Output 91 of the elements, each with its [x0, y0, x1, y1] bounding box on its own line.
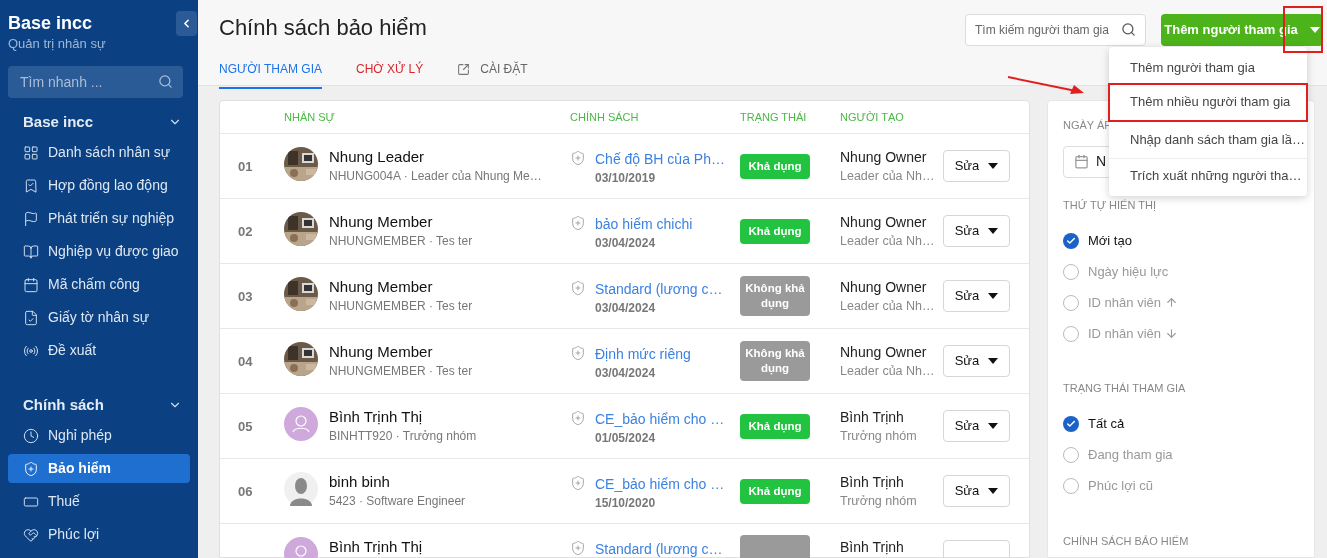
creator-role: Trưởng nhóm — [840, 493, 918, 510]
row-number: 05 — [238, 419, 253, 434]
tab[interactable]: NGƯỜI THAM GIA — [219, 55, 322, 89]
nav-item[interactable]: Danh sách nhân sự — [8, 138, 190, 167]
status-badge: Khả dụng — [740, 479, 810, 504]
group-title[interactable]: Chính sách — [23, 393, 104, 417]
menu-item[interactable]: Nhập danh sách tham gia lầ… — [1109, 121, 1307, 159]
creator-name: Bình Trịnh — [840, 408, 905, 427]
creator-name: Nhung Owner — [840, 343, 928, 362]
row-number: 01 — [238, 159, 253, 174]
policy-date: 03/10/2019 — [595, 170, 657, 187]
nav-item[interactable]: Phát triển sự nghiệp — [8, 204, 190, 233]
employee-name: Nhung Member — [329, 212, 434, 232]
creator-name: Nhung Owner — [840, 148, 928, 167]
column-header: NGƯỜI TẠO — [840, 109, 904, 125]
radio-option[interactable]: Mới tạo — [1063, 225, 1299, 256]
menu-item[interactable]: Thêm nhiều người tham gia — [1109, 84, 1307, 121]
status-badge: Khả dụng — [740, 219, 810, 244]
app-title: Base incc — [8, 12, 93, 34]
nav-item[interactable]: Bảo hiểm — [8, 454, 190, 483]
column-header: TRẠNG THÁI — [740, 109, 808, 125]
edit-button[interactable]: Sửa — [943, 150, 1010, 182]
creator-name: Bình Trịnh — [840, 538, 905, 557]
row-number: 06 — [238, 484, 253, 499]
policy-date: 03/04/2024 — [595, 300, 657, 317]
nav-item[interactable]: Nghỉ phép — [8, 421, 190, 450]
nav-item[interactable]: Giấy tờ nhân sự — [8, 303, 190, 332]
edit-button[interactable]: Sửa — [943, 215, 1010, 247]
employee-name: Nhung Member — [329, 277, 434, 297]
group-title[interactable]: Base incc — [23, 110, 94, 134]
edit-button[interactable]: Sửa — [943, 475, 1010, 507]
creator-name: Nhung Owner — [840, 278, 928, 297]
employee-info: BINHTT920 · Trưởng nhóm — [329, 428, 477, 445]
creator-name: Bình Trịnh — [840, 473, 905, 492]
search-field[interactable]: Tìm kiếm người tham gia — [965, 14, 1146, 46]
page-title: Chính sách bảo hiểm — [219, 14, 427, 42]
nav-item[interactable]: Phúc lợi — [8, 520, 190, 549]
nav-item[interactable]: Hợp đồng lao động — [8, 171, 190, 200]
app-subtitle: Quản trị nhân sự — [8, 35, 107, 53]
nav-item[interactable]: Mã chấm công — [8, 270, 190, 299]
creator-name: Nhung Owner — [840, 213, 928, 232]
employee-name: Nhung Member — [329, 342, 434, 362]
row-number: 04 — [238, 354, 253, 369]
employee-info: NHUNGMEMBER · Tes ter — [329, 298, 473, 315]
policy-link[interactable]: CE_bảo hiểm cho … — [595, 474, 725, 494]
employee-name: Bình Trịnh Thị — [329, 407, 424, 427]
search-field[interactable]: Tìm nhanh ... — [8, 66, 183, 98]
policy-date: 01/05/2024 — [595, 430, 657, 447]
nav-item[interactable]: Đề xuất — [8, 336, 190, 365]
status-badge: Không khả dụng — [740, 341, 810, 381]
creator-role: Leader của Nh… — [840, 363, 936, 380]
edit-button[interactable]: Sửa — [943, 410, 1010, 442]
creator-role: Leader của Nh… — [840, 168, 936, 185]
menu-item[interactable]: Thêm người tham gia — [1109, 51, 1307, 84]
nav-item[interactable]: Thuế — [8, 487, 190, 516]
status-badge: Khả dụng — [740, 154, 810, 179]
menu-item[interactable]: Trích xuất những người tha… — [1109, 159, 1307, 192]
policy-link[interactable]: bảo hiểm chichi — [595, 214, 693, 234]
column-header: CHÍNH SÁCH — [570, 109, 640, 125]
policy-link[interactable]: Chế độ BH của Ph… — [595, 149, 725, 169]
status-badge: Khả dụng — [740, 414, 810, 439]
employee-info: NHUNG004A · Leader của Nhung Me… — [329, 168, 542, 185]
policy-link[interactable]: CE_bảo hiểm cho … — [595, 409, 725, 429]
status-badge: Không khả dụng — [740, 276, 810, 316]
filter-label: CHÍNH SÁCH BẢO HIỂM — [1063, 533, 1190, 549]
creator-role: Trưởng nhóm — [840, 428, 918, 445]
employee-info: 5423 · Software Engineer — [329, 493, 466, 510]
employee-name: Nhung Leader — [329, 147, 426, 167]
edit-button[interactable]: Sửa — [943, 280, 1010, 312]
employee-name: binh binh — [329, 472, 391, 492]
employee-info: NHUNGMEMBER · Tes ter — [329, 233, 473, 250]
radio-option[interactable]: Tất cả — [1063, 408, 1299, 440]
creator-role: Leader của Nh… — [840, 298, 936, 315]
column-header: NHÂN SỰ — [284, 109, 336, 125]
filter-label: THỨ TỰ HIỂN THỊ — [1063, 197, 1157, 213]
policy-link[interactable]: Standard (lương c… — [595, 279, 723, 299]
employee-info: NHUNGMEMBER · Tes ter — [329, 363, 473, 380]
creator-role: Leader của Nh… — [840, 233, 936, 250]
edit-button[interactable]: Sửa — [943, 345, 1010, 377]
policy-link[interactable]: Standard (lương c… — [595, 539, 723, 558]
policy-date: 03/04/2024 — [595, 365, 657, 382]
employee-name: Bình Trịnh Thị — [329, 537, 423, 557]
row-number: 03 — [238, 289, 253, 304]
policy-date: 15/10/2020 — [595, 495, 657, 512]
tab[interactable]: CÀI ĐẶT — [457, 55, 528, 89]
filter-label: TRẠNG THÁI THAM GIA — [1063, 381, 1187, 396]
policy-link[interactable]: Định mức riêng — [595, 344, 691, 364]
policy-date: 03/04/2024 — [595, 235, 657, 252]
nav-item[interactable]: Nghiệp vụ được giao — [8, 237, 190, 266]
row-number: 02 — [238, 224, 253, 239]
tab[interactable]: CHỜ XỬ LÝ — [356, 55, 424, 89]
